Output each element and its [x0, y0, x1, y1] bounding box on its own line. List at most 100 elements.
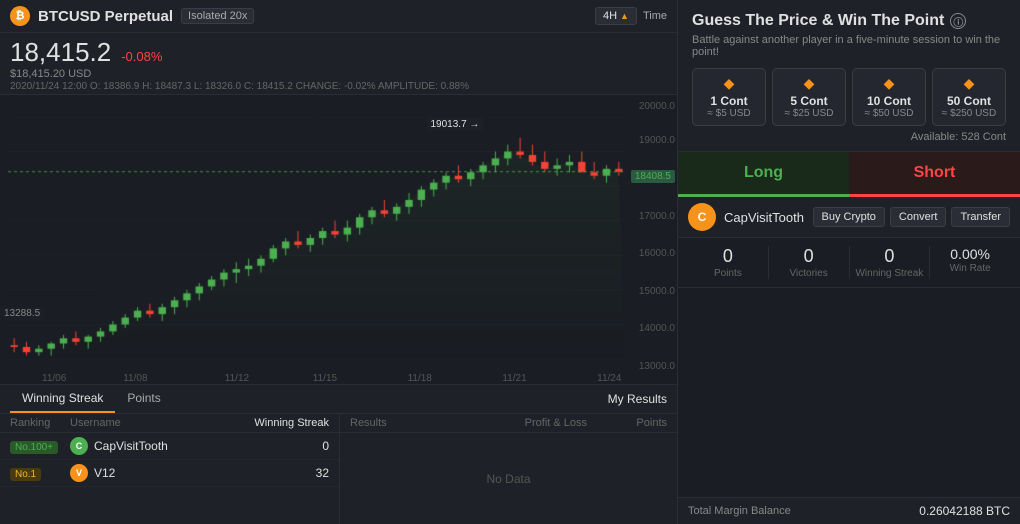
stat-points: 0 Points	[688, 246, 768, 279]
bet-card-3[interactable]: ◆ 10 Cont ≈ $50 USD	[852, 68, 926, 126]
game-title: Guess The Price & Win The Point ⓘ	[692, 12, 1006, 30]
col-ranking-header: Ranking	[10, 417, 70, 429]
right-panel: Guess The Price & Win The Point ⓘ Battle…	[678, 0, 1020, 524]
stat-win-rate: 0.00% Win Rate	[930, 246, 1010, 279]
results-col-1: Results	[350, 417, 487, 429]
main-layout: ₿ BTCUSD Perpetual Isolated 20x 4H ▲ Tim…	[0, 0, 1020, 524]
short-button[interactable]: Short	[849, 152, 1020, 197]
diamond-icon-3: ◆	[857, 75, 921, 92]
bet-options: ◆ 1 Cont ≈ $5 USD ◆ 5 Cont ≈ $25 USD ◆ 1…	[692, 68, 1006, 126]
margin-value: 0.26042188 BTC	[919, 504, 1010, 518]
price-usd: $18,415.20 USD	[10, 68, 667, 80]
price-row: 18,415.2 -0.08%	[10, 37, 667, 68]
buy-crypto-button[interactable]: Buy Crypto	[813, 207, 885, 227]
chart-area: 20000.0 19000.0 18000.0 17000.0 16000.0 …	[0, 95, 677, 384]
table-area: Ranking Username Winning Streak No.100+ …	[0, 414, 677, 524]
game-subtitle: Battle against another player in a five-…	[692, 34, 1006, 58]
streak-cell-2: 32	[249, 466, 329, 480]
info-icon[interactable]: ⓘ	[950, 13, 966, 29]
table-row: No.100+ C CapVisitTooth 0	[0, 433, 339, 460]
leaderboard-headers: Ranking Username Winning Streak	[0, 414, 339, 433]
username-1: CapVisitTooth	[94, 439, 168, 453]
my-results-label: My Results	[608, 392, 667, 406]
username-2: V12	[94, 466, 115, 480]
bet-amount-1: 1 Cont	[697, 94, 761, 108]
bet-amount-2: 5 Cont	[777, 94, 841, 108]
game-header: Guess The Price & Win The Point ⓘ Battle…	[678, 0, 1020, 152]
stats-row: 0 Points 0 Victories 0 Winning Streak 0.…	[678, 238, 1020, 288]
available-cont: Available: 528 Cont	[692, 131, 1006, 143]
long-short-bar: Long Short	[678, 152, 1020, 197]
stat-win-rate-label: Win Rate	[930, 263, 1010, 274]
col-streak-header: Winning Streak	[249, 417, 329, 429]
price-meta: 2020/11/24 12:00 O: 18386.9 H: 18487.3 L…	[10, 81, 667, 92]
time-label: Time	[643, 10, 667, 22]
bet-amount-4: 50 Cont	[937, 94, 1001, 108]
price-section: 18,415.2 -0.08% $18,415.20 USD 2020/11/2…	[0, 33, 677, 95]
leaderboard-table: Ranking Username Winning Streak No.100+ …	[0, 414, 340, 524]
streak-cell-1: 0	[249, 439, 329, 453]
tab-winning-streak[interactable]: Winning Streak	[10, 385, 115, 413]
avatar-1: C	[70, 437, 88, 455]
action-btn-group: Buy Crypto Convert Transfer	[813, 207, 1011, 227]
timeframe-button[interactable]: 4H ▲	[595, 7, 637, 25]
results-table: Results Profit & Loss Points No Data	[340, 414, 677, 524]
no-data-label: No Data	[340, 433, 677, 524]
convert-button[interactable]: Convert	[890, 207, 947, 227]
user-cell-1: C CapVisitTooth	[70, 437, 249, 455]
transfer-button[interactable]: Transfer	[951, 207, 1010, 227]
tab-points[interactable]: Points	[115, 385, 172, 413]
bet-usd-2: ≈ $25 USD	[777, 108, 841, 119]
price-chart	[0, 95, 677, 384]
bet-usd-4: ≈ $250 USD	[937, 108, 1001, 119]
user-game-name: CapVisitTooth	[724, 210, 804, 225]
user-cell-2: V V12	[70, 464, 249, 482]
big-price: 18,415.2	[10, 37, 111, 68]
margin-label: Total Margin Balance	[688, 505, 791, 517]
timeframe-arrow: ▲	[620, 11, 629, 21]
header-right: 4H ▲ Time	[595, 7, 667, 25]
rank-badge-1: No.100+	[10, 441, 58, 454]
diamond-icon-4: ◆	[937, 75, 1001, 92]
stat-victories-value: 0	[769, 246, 849, 267]
bet-card-4[interactable]: ◆ 50 Cont ≈ $250 USD	[932, 68, 1006, 126]
table-row: No.1 V V12 32	[0, 460, 339, 487]
results-col-2: Profit & Loss	[487, 417, 587, 429]
bet-usd-1: ≈ $5 USD	[697, 108, 761, 119]
timeframe-label: 4H	[603, 10, 617, 22]
long-button[interactable]: Long	[678, 152, 849, 197]
user-action-row: C CapVisitTooth Buy Crypto Convert Trans…	[678, 197, 1020, 238]
avatar-2: V	[70, 464, 88, 482]
rank-cell-2: No.1	[10, 466, 70, 481]
stat-streak: 0 Winning Streak	[850, 246, 930, 279]
pair-title: BTCUSD Perpetual	[38, 8, 173, 25]
rank-cell-1: No.100+	[10, 439, 70, 454]
stat-streak-value: 0	[850, 246, 930, 267]
left-panel: ₿ BTCUSD Perpetual Isolated 20x 4H ▲ Tim…	[0, 0, 678, 524]
bet-card-2[interactable]: ◆ 5 Cont ≈ $25 USD	[772, 68, 846, 126]
price-change: -0.08%	[121, 49, 162, 64]
stat-victories: 0 Victories	[769, 246, 849, 279]
bet-amount-3: 10 Cont	[857, 94, 921, 108]
user-initial: C	[698, 210, 707, 224]
stat-points-value: 0	[688, 246, 768, 267]
game-title-text: Guess The Price & Win The Point	[692, 12, 944, 30]
tabs-row: Winning Streak Points My Results	[0, 385, 677, 414]
bet-card-1[interactable]: ◆ 1 Cont ≈ $5 USD	[692, 68, 766, 126]
stat-streak-label: Winning Streak	[850, 268, 930, 279]
bet-usd-3: ≈ $50 USD	[857, 108, 921, 119]
results-headers: Results Profit & Loss Points	[340, 414, 677, 433]
margin-row: Total Margin Balance 0.26042188 BTC	[678, 497, 1020, 524]
stat-points-label: Points	[688, 268, 768, 279]
stat-victories-label: Victories	[769, 268, 849, 279]
bottom-section: Winning Streak Points My Results Ranking…	[0, 384, 677, 524]
col-username-header: Username	[70, 417, 249, 429]
diamond-icon-1: ◆	[697, 75, 761, 92]
header-bar: ₿ BTCUSD Perpetual Isolated 20x 4H ▲ Tim…	[0, 0, 677, 33]
diamond-icon-2: ◆	[777, 75, 841, 92]
rank-badge-2: No.1	[10, 468, 41, 481]
btc-icon: ₿	[10, 6, 30, 26]
results-col-3: Points	[587, 417, 667, 429]
user-game-icon: C	[688, 203, 716, 231]
isolated-badge: Isolated 20x	[181, 8, 254, 24]
